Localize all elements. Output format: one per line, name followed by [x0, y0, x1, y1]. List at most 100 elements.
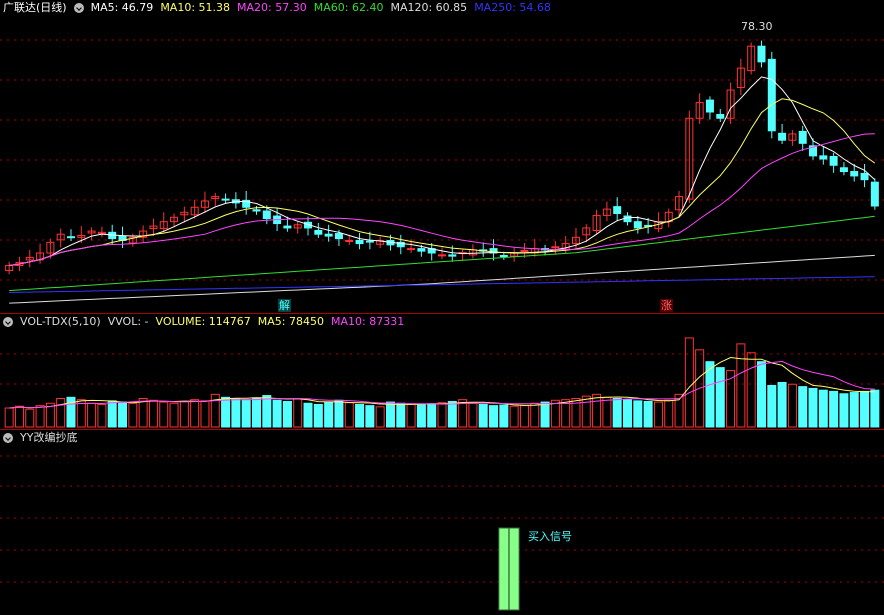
candle-body: [551, 246, 560, 249]
price-chart[interactable]: [0, 0, 884, 313]
candle-body: [819, 155, 828, 160]
candle-body: [252, 209, 261, 212]
volume-bar: [190, 399, 200, 428]
ma250-line: [9, 276, 875, 293]
candle-body: [345, 239, 354, 242]
readout-0: MA5: 46.79: [90, 1, 154, 14]
candle-body: [355, 239, 364, 245]
volume-bar: [592, 393, 602, 428]
readout-2: MA20: 57.30: [237, 1, 307, 14]
volume-bar: [25, 408, 35, 428]
volume-bar: [159, 401, 169, 428]
volume-bar: [664, 399, 674, 428]
candle-body: [520, 249, 529, 252]
volume-bar: [849, 392, 859, 428]
volume-bar: [550, 399, 560, 428]
volume-bar: [540, 401, 550, 428]
volume-bar: [602, 396, 612, 428]
indicator-chart[interactable]: [0, 430, 884, 615]
settings-circle-icon[interactable]: [3, 433, 13, 443]
volume-bar: [860, 390, 870, 428]
volume-bar: [231, 398, 241, 428]
volume-bar: [478, 403, 488, 428]
volume-bar: [684, 337, 694, 428]
volume-bar: [128, 402, 138, 428]
candle-body: [613, 206, 622, 215]
volume-chart[interactable]: [0, 314, 884, 429]
volume-bar: [344, 402, 354, 428]
volume-bar: [148, 399, 158, 428]
settings-circle-icon[interactable]: [3, 317, 13, 327]
volume-bar: [416, 404, 426, 428]
high-price-label: 78.30: [741, 20, 773, 33]
volume-bar: [293, 398, 303, 428]
indicator-title: YY改编抄底: [20, 431, 78, 444]
volume-bar: [200, 400, 210, 428]
candle-body: [448, 254, 457, 257]
volume-bar: [97, 403, 107, 428]
volume-bar: [4, 407, 14, 428]
volume-bar: [581, 395, 591, 428]
candle-body: [221, 198, 230, 201]
indicator-header: YY改编抄底: [0, 430, 77, 446]
readout-2: MA5: 78450: [257, 315, 324, 328]
readout-0: VVOL: -: [107, 315, 149, 328]
candle-body: [283, 225, 292, 229]
settings-circle-icon[interactable]: [73, 3, 84, 13]
volume-bar: [282, 400, 292, 428]
candle-body: [767, 58, 776, 132]
volume-bar: [623, 399, 633, 428]
volume-bar: [169, 402, 179, 428]
candle-body: [324, 233, 333, 237]
price-panel: 广联达(日线) MA5: 46.79 MA10: 51.38 MA20: 57.30…: [0, 0, 884, 313]
signal-tag-jie: 解: [278, 299, 291, 312]
volume-bar: [499, 404, 509, 428]
candle-body: [716, 114, 725, 119]
volume-bar: [798, 386, 808, 428]
volume-bar: [118, 401, 128, 428]
volume-bar: [746, 352, 756, 428]
volume-bar: [736, 343, 746, 428]
candle-body: [407, 248, 416, 251]
candle-body: [757, 45, 766, 63]
buy-signal-label: 买入信号: [528, 530, 572, 543]
volume-bar: [756, 361, 766, 428]
volume-bar: [66, 396, 76, 428]
volume-bar: [489, 405, 499, 428]
price-header: 广联达(日线) MA5: 46.79 MA10: 51.38 MA20: 57.30…: [0, 0, 551, 16]
volume-bar: [612, 398, 622, 428]
candle-body: [633, 221, 642, 229]
candle-body: [778, 132, 787, 141]
indicator-panel: YY改编抄底 买入信号: [0, 430, 884, 615]
volume-bar: [138, 398, 148, 428]
volume-bar: [406, 403, 416, 428]
volume-bar: [633, 400, 643, 428]
candle-body: [262, 210, 271, 220]
volume-bar: [14, 405, 24, 428]
volume-title: VOL-TDX(5,10): [20, 315, 101, 328]
volume-bar: [324, 401, 334, 428]
volume-bar: [427, 403, 437, 428]
volume-bar: [355, 403, 365, 428]
readout-1: VOLUME: 114767: [155, 315, 251, 328]
volume-bar: [839, 393, 849, 428]
ma-readouts: MA5: 46.79 MA10: 51.38 MA20: 57.30 MA60: 62…: [91, 0, 551, 16]
volume-bar: [107, 400, 117, 428]
candle-body: [705, 99, 714, 113]
volume-bar: [334, 399, 344, 428]
volume-bar: [643, 400, 653, 428]
volume-bar: [262, 395, 272, 428]
readout-1: MA10: 51.38: [160, 1, 231, 14]
volume-panel: VOL-TDX(5,10) VVOL: - VOLUME: 114767 MA5: …: [0, 314, 884, 429]
volume-bar: [396, 402, 406, 428]
candle-body: [499, 255, 508, 258]
volume-bar: [829, 390, 839, 428]
buy-signal-bar: [508, 527, 520, 611]
volume-bar: [241, 399, 251, 428]
volume-bar: [303, 402, 313, 428]
buy-signal-bar: [498, 527, 510, 611]
volume-bar: [179, 400, 189, 428]
volume-bar: [87, 402, 97, 428]
candle-body: [365, 240, 374, 243]
volume-bar: [715, 367, 725, 428]
